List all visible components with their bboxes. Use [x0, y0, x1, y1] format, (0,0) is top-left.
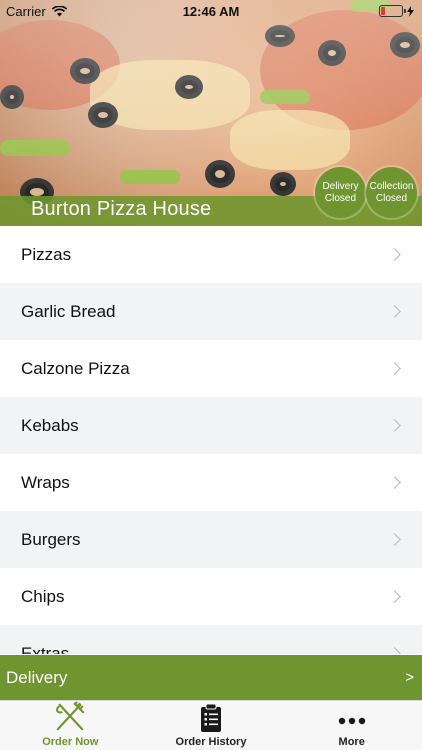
- menu-item-label: Pizzas: [21, 244, 72, 264]
- tab-label: Order History: [175, 736, 247, 748]
- order-mode-bar[interactable]: Delivery >: [0, 655, 422, 700]
- menu-item-label: Chips: [21, 586, 65, 606]
- tab-label: More: [338, 736, 365, 748]
- tab-label: Order Now: [42, 736, 99, 748]
- menu-item-garlic-bread[interactable]: Garlic Bread: [0, 283, 422, 340]
- collection-status-value: Closed: [375, 192, 408, 204]
- wifi-icon: [51, 5, 67, 16]
- menu-item-label: Burgers: [21, 529, 81, 549]
- tab-order-history[interactable]: Order History: [141, 701, 282, 750]
- collection-status-badge: Collection Closed: [366, 167, 417, 218]
- tab-more[interactable]: More: [281, 701, 422, 750]
- carrier-label: Carrier: [6, 3, 46, 19]
- menu-item-pizzas[interactable]: Pizzas: [0, 226, 422, 283]
- menu-item-calzone-pizza[interactable]: Calzone Pizza: [0, 340, 422, 397]
- tab-bar: Order Now Order History More: [0, 700, 422, 750]
- menu-item-label: Wraps: [21, 472, 70, 492]
- delivery-status-badge: Delivery Closed: [315, 167, 366, 218]
- chevron-right-icon: [388, 419, 401, 432]
- chevron-right-icon: [388, 647, 401, 654]
- restaurant-name: Burton Pizza House: [31, 198, 212, 220]
- menu-item-burgers[interactable]: Burgers: [0, 511, 422, 568]
- chevron-right-icon: [388, 590, 401, 603]
- menu-item-wraps[interactable]: Wraps: [0, 454, 422, 511]
- order-mode-arrow: >: [405, 669, 414, 686]
- menu-item-label: Extras: [21, 643, 70, 655]
- delivery-status-label: Delivery: [322, 180, 359, 192]
- chevron-right-icon: [388, 248, 401, 261]
- chevron-right-icon: [388, 362, 401, 375]
- menu-category-list: Pizzas Garlic Bread Calzone Pizza Kebabs…: [0, 226, 422, 654]
- menu-item-label: Calzone Pizza: [21, 358, 130, 378]
- more-dots-icon: [338, 717, 365, 725]
- chevron-right-icon: [388, 305, 401, 318]
- chevron-right-icon: [388, 533, 401, 546]
- delivery-status-value: Closed: [324, 192, 357, 204]
- clipboard-list-icon: [201, 703, 221, 732]
- menu-item-label: Garlic Bread: [21, 301, 116, 321]
- collection-status-label: Collection: [369, 180, 414, 192]
- charging-bolt-icon: [407, 5, 414, 17]
- status-bar: Carrier 12:46 AM: [0, 0, 422, 22]
- battery-icon: [379, 5, 406, 17]
- menu-item-chips[interactable]: Chips: [0, 568, 422, 625]
- chevron-right-icon: [388, 476, 401, 489]
- menu-item-label: Kebabs: [21, 415, 79, 435]
- menu-item-extras[interactable]: Extras: [0, 625, 422, 654]
- menu-item-kebabs[interactable]: Kebabs: [0, 397, 422, 454]
- order-mode-label: Delivery: [6, 667, 68, 687]
- tab-order-now[interactable]: Order Now: [0, 701, 141, 750]
- fork-knife-icon: [56, 701, 85, 731]
